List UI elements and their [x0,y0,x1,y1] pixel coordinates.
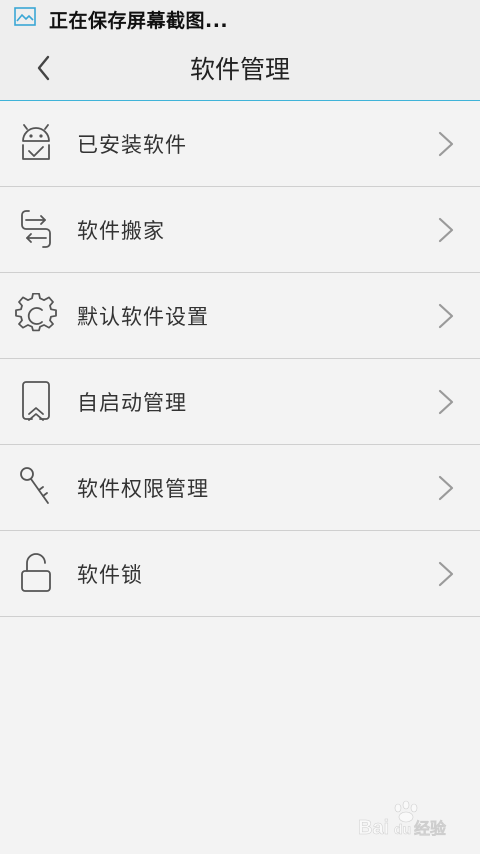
chevron-right-icon [438,217,454,243]
chevron-right-icon [438,561,454,587]
menu-item-label: 软件权限管理 [77,476,209,501]
svg-text:经验: 经验 [414,819,447,838]
gear-icon [15,293,57,332]
header: 软件管理 [0,36,480,101]
chevron-right-icon [438,131,454,157]
menu-item-label: 默认软件设置 [77,304,209,329]
menu-item-default-apps[interactable]: 默认软件设置 [0,273,480,359]
menu-item-installed-apps[interactable]: 已安装软件 [0,101,480,187]
chevron-left-icon [37,55,50,81]
menu-item-app-transfer[interactable]: 软件搬家 [0,187,480,273]
menu-item-permissions[interactable]: 软件权限管理 [0,445,480,531]
menu-item-app-lock[interactable]: 软件锁 [0,531,480,617]
chevron-right-icon [438,303,454,329]
autostart-icon [22,381,50,421]
page-title: 软件管理 [189,55,290,84]
status-bar: 正在保存屏幕截图... [0,0,480,36]
transfer-icon [21,210,51,248]
menu-list: 已安装软件 软件搬家 默认软件设置 自启动管理 软件权限管理 软件锁 [0,101,480,617]
back-button[interactable] [24,48,64,88]
svg-text:du: du [394,821,411,837]
key-icon [20,467,49,504]
android-installed-icon [22,124,50,160]
menu-item-label: 自启动管理 [77,390,187,415]
chevron-right-icon [438,475,454,501]
menu-item-label: 软件搬家 [77,218,165,243]
status-text: 正在保存屏幕截图... [49,10,229,32]
unlock-icon [21,553,51,592]
screenshot-icon [14,7,36,26]
chevron-right-icon [438,389,454,415]
watermark-logo: Bai du 经验 [358,800,447,839]
svg-text:Bai: Bai [358,817,389,839]
menu-item-label: 已安装软件 [77,132,187,157]
menu-item-autostart[interactable]: 自启动管理 [0,359,480,445]
menu-item-label: 软件锁 [77,562,143,587]
